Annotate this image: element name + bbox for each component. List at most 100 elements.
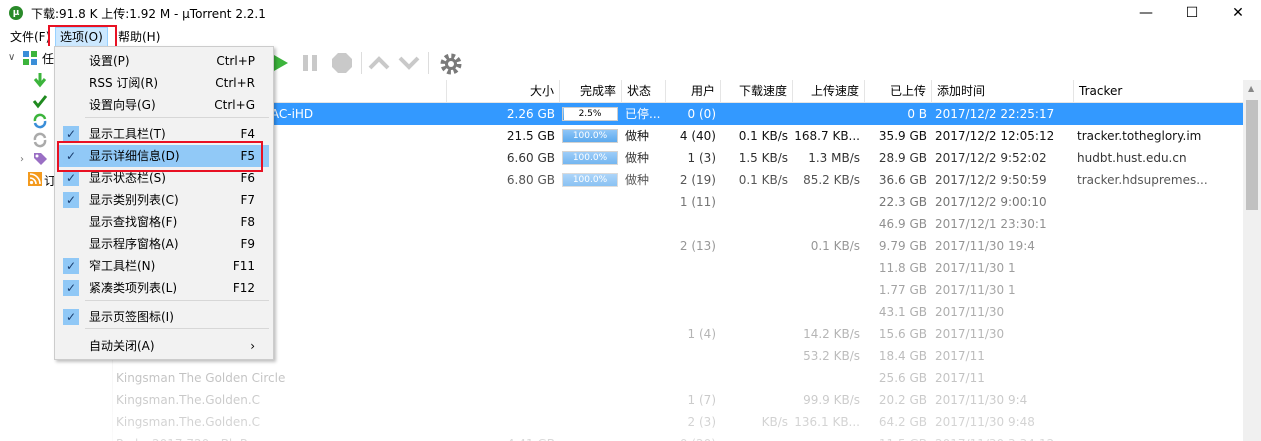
menu-item[interactable]: 显示查找窗格(F) F8 [57, 211, 269, 233]
torrent-uploaded: 20.2 GB [878, 393, 927, 407]
table-row[interactable]: Circle1 (4)14.2 KB/s15.6 GB2017/11/30 [112, 323, 1243, 345]
check-icon[interactable] [32, 93, 48, 109]
torrent-uploaded: 0 B [907, 107, 927, 121]
menu-item[interactable]: 设置(P) Ctrl+P [57, 50, 269, 72]
move-down-icon[interactable] [398, 53, 420, 73]
table-row[interactable]: BluRay.x264-WiKi6.80 GB做种2 (19)0.1 KB/s8… [112, 169, 1243, 191]
torrent-size [446, 191, 555, 213]
gear-icon[interactable] [438, 51, 464, 77]
torrent-tracker [1077, 191, 1243, 213]
torrent-status: 做种 [625, 129, 650, 143]
label-tag-icon[interactable] [32, 151, 48, 167]
menu-item[interactable]: ✓ 显示类别列表(C) F7 [57, 189, 269, 211]
column-added[interactable]: 添加时间 [931, 80, 1073, 102]
torrent-status [625, 345, 665, 367]
stop-icon[interactable] [331, 52, 353, 74]
torrent-added: 2017/11/30 3:34:12 [935, 433, 1073, 441]
column-status[interactable]: 状态 [621, 80, 665, 102]
progress-bar: 100.0% [562, 151, 618, 165]
pause-icon[interactable] [300, 53, 320, 73]
torrent-status [625, 301, 665, 323]
column-peers[interactable]: 用户 [665, 80, 720, 102]
table-row[interactable]: p.BluRay.x264-WiKi21.5 GB做种4 (40)0.1 KB/… [112, 125, 1243, 147]
table-row[interactable]: Circle53.2 KB/s18.4 GB2017/11 [112, 345, 1243, 367]
menu-item[interactable]: ✓ 窄工具栏(N) F11 [57, 255, 269, 277]
torrent-down-speed [720, 103, 788, 125]
progress-label: 100.0% [572, 175, 608, 185]
table-row[interactable]: BluRay.x264-WiKi1 (11)22.3 GB2017/12/2 9… [112, 191, 1243, 213]
torrent-status: 做种 [625, 151, 650, 165]
inactive-icon[interactable] [32, 132, 48, 148]
torrent-size: 21.5 GB [506, 129, 555, 143]
column-size[interactable]: 大小 [446, 80, 559, 102]
maximize-button[interactable]: ☐ [1169, 0, 1215, 26]
table-row[interactable]: 2017.720p.BluRay.x264.AAC-iHD2.26 GB已停..… [112, 103, 1243, 125]
torrent-down-speed [720, 345, 788, 367]
torrent-uploaded: 46.9 GB [878, 217, 927, 231]
table-row[interactable]: Kingsman.The.Golden.C 1 (7) 99.9 KB/s 20.2 … [112, 389, 1243, 411]
torrent-uploaded: 11.8 GB [878, 261, 927, 275]
torrent-up-speed: 0.1 KB/s [810, 239, 860, 253]
check-icon: ✓ [63, 309, 79, 325]
progress-bar: 100.0% [562, 173, 618, 187]
menu-item[interactable]: 自动关闭(A) › [57, 335, 269, 357]
menu-item[interactable]: RSS 订阅(R) Ctrl+R [57, 72, 269, 94]
menu-help[interactable]: 帮助(H) [114, 28, 164, 46]
expand-chevron-icon[interactable]: ∨ [8, 52, 15, 63]
torrent-peers [665, 367, 716, 389]
table-row[interactable]: Kingsman.The.Golden.C 2 (3) KB/s 136.1 KB..… [112, 411, 1243, 433]
torrent-down-speed [720, 213, 788, 235]
torrent-peers [665, 279, 716, 301]
torrent-status [625, 279, 665, 301]
scroll-thumb[interactable] [1246, 100, 1258, 210]
column-up-speed[interactable]: 上传速度 [792, 80, 864, 102]
torrent-added: 2017/11/30 1 [935, 283, 1016, 297]
table-row[interactable]: Kingsman The Golden Circle 25.6 GB 2017/11 [112, 367, 1243, 389]
torrent-size: 2.26 GB [506, 107, 555, 121]
torrent-added: 2017/12/2 9:52:02 [935, 151, 1047, 165]
torrent-down-speed [720, 367, 788, 389]
column-down-speed[interactable]: 下载速度 [720, 80, 792, 102]
table-row[interactable]: Parks.2017.720p.BluRay 4.41 GB 0 (20) 11.5 … [112, 433, 1243, 441]
download-arrow-icon[interactable] [32, 72, 48, 88]
move-up-icon[interactable] [368, 53, 390, 73]
table-row[interactable]: 017.720p.BluRay46.9 GB2017/12/1 23:30:1 [112, 213, 1243, 235]
torrent-size: 6.80 GB [506, 173, 555, 187]
torrent-uploaded: 22.3 GB [878, 195, 927, 209]
column-uploaded[interactable]: 已上传 [864, 80, 931, 102]
torrent-peers: 2 (19) [679, 173, 716, 187]
table-row[interactable]: Circle43.1 GB2017/11/30 [112, 301, 1243, 323]
torrent-size [446, 257, 555, 279]
table-row[interactable]: Circle11.8 GB2017/11/30 1 [112, 257, 1243, 279]
vertical-scrollbar[interactable]: ▲ [1243, 80, 1261, 441]
menu-item[interactable]: 设置向导(G) Ctrl+G [57, 94, 269, 116]
collapse-chevron-icon[interactable]: › [20, 154, 24, 165]
column-done[interactable]: 完成率 [559, 80, 621, 102]
torrent-size [446, 367, 555, 389]
table-row[interactable]: Circle1.77 GB2017/11/30 1 [112, 279, 1243, 301]
table-row[interactable]: BluRay.x264-WiKi6.60 GB做种1 (3)1.5 KB/s1.… [112, 147, 1243, 169]
table-row[interactable]: BluRay2 (13)0.1 KB/s9.79 GB2017/11/30 19… [112, 235, 1243, 257]
torrent-uploaded: 25.6 GB [878, 371, 927, 385]
rss-feed-icon[interactable] [28, 172, 42, 186]
minimize-button[interactable]: — [1123, 0, 1169, 26]
torrent-up-speed [792, 103, 860, 125]
torrent-added: 2017/11 [935, 371, 985, 385]
checkmark-glyph: ✓ [65, 310, 77, 324]
menu-item[interactable]: ✓ 紧凑类项列表(L) F12 [57, 277, 269, 299]
torrent-peers [665, 257, 716, 279]
torrent-up-speed [792, 279, 860, 301]
torrent-tracker [1077, 279, 1243, 301]
column-tracker[interactable]: Tracker [1073, 80, 1243, 102]
torrent-uploaded: 64.2 GB [878, 415, 927, 429]
scroll-up-arrow-icon[interactable]: ▲ [1248, 84, 1254, 93]
refresh-icon[interactable] [32, 113, 48, 129]
menu-item[interactable]: 显示程序窗格(A) F9 [57, 233, 269, 255]
close-button[interactable]: ✕ [1215, 0, 1261, 26]
menu-item[interactable]: ✓ 显示页签图标(I) [57, 306, 269, 328]
torrent-status [625, 367, 665, 389]
torrent-down-speed [720, 279, 788, 301]
torrent-tracker [1077, 389, 1243, 411]
menu-item-label: 显示页签图标(I) [89, 310, 174, 324]
torrent-size [446, 323, 555, 345]
